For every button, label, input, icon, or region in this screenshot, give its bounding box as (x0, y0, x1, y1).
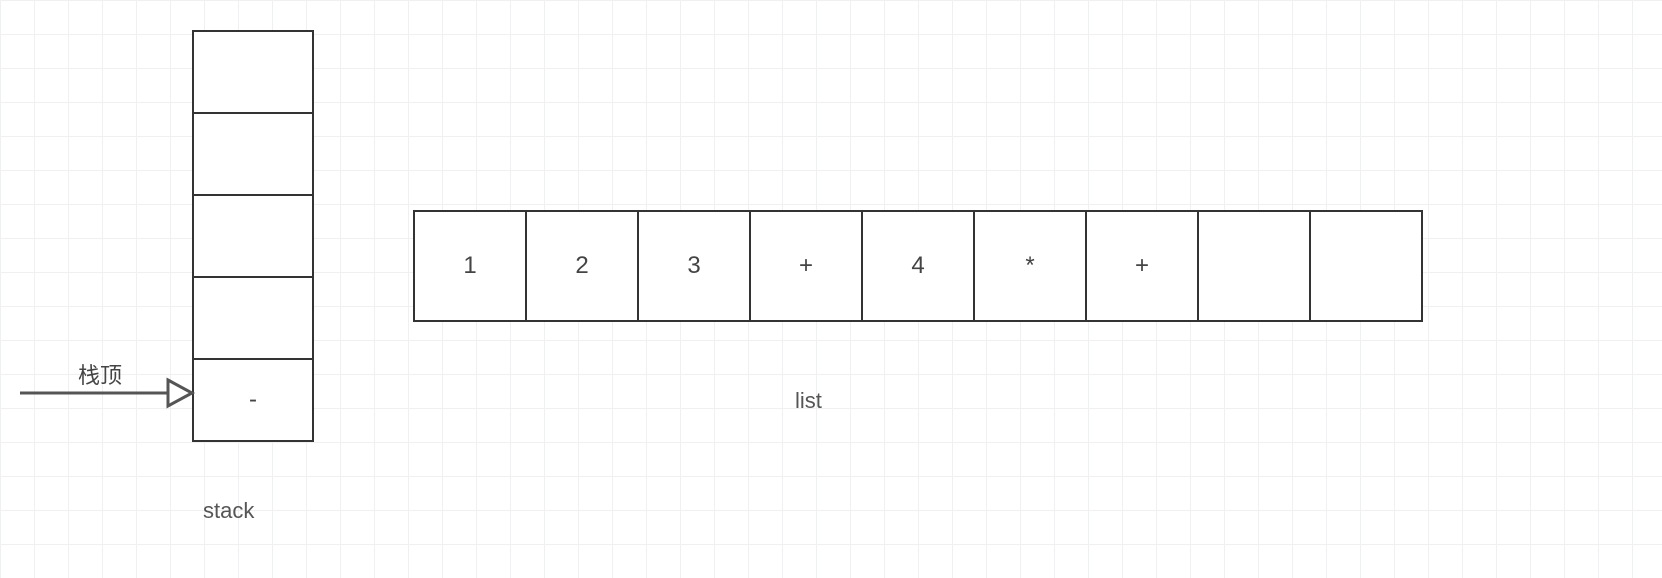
diagram-canvas: - stack 栈顶 1 2 3 + 4 * + list (0, 0, 1662, 578)
stack-cell (194, 114, 312, 196)
list-cell: 1 (415, 212, 527, 320)
list-cell (1199, 212, 1311, 320)
list-label: list (795, 388, 822, 414)
stack-top-pointer-label: 栈顶 (78, 358, 122, 390)
stack-label: stack (203, 498, 254, 524)
list-cell: 4 (863, 212, 975, 320)
list-cell: + (751, 212, 863, 320)
stack-top-pointer: 栈顶 (18, 360, 198, 420)
list-cell: 3 (639, 212, 751, 320)
list-cell: + (1087, 212, 1199, 320)
list-container: 1 2 3 + 4 * + (413, 210, 1423, 322)
stack-cell (194, 32, 312, 114)
stack-cell (194, 196, 312, 278)
list-cell: 2 (527, 212, 639, 320)
stack-container: - (192, 30, 314, 442)
list-cell (1311, 212, 1423, 320)
list-cell: * (975, 212, 1087, 320)
stack-cell: - (194, 360, 312, 442)
stack-cell (194, 278, 312, 360)
